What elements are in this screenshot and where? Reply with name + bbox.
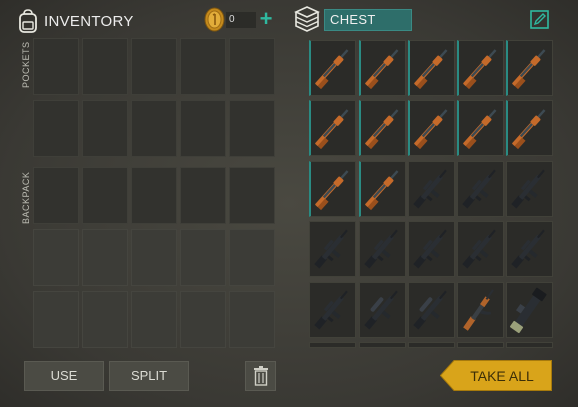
backpack-icon bbox=[19, 9, 37, 33]
chest-slot[interactable] bbox=[359, 282, 406, 338]
shotgun-icon bbox=[315, 170, 349, 211]
coin-icon bbox=[204, 7, 225, 32]
assault-rifle-icon bbox=[511, 169, 545, 209]
add-currency-button[interactable]: + bbox=[256, 8, 276, 30]
split-button[interactable]: SPLIT bbox=[109, 361, 189, 391]
backpack-slot[interactable] bbox=[131, 229, 177, 286]
backpack-slot[interactable] bbox=[131, 167, 177, 224]
shotgun-icon bbox=[365, 49, 399, 90]
chest-slot[interactable] bbox=[309, 100, 356, 156]
chest-slot[interactable] bbox=[408, 342, 455, 348]
assault-rifle-icon bbox=[511, 229, 545, 269]
take-all-label: TAKE ALL bbox=[470, 368, 534, 384]
shotgun-icon bbox=[365, 170, 399, 211]
assault-rifle-icon bbox=[314, 290, 348, 330]
assault-rifle-icon bbox=[364, 229, 398, 269]
backpack-slot[interactable] bbox=[180, 167, 226, 224]
pockets-label: POCKETS bbox=[21, 41, 31, 88]
assault-rifle-icon bbox=[462, 229, 496, 269]
scoped-rifle-icon bbox=[364, 290, 398, 330]
chest-slot[interactable] bbox=[506, 100, 553, 156]
shotgun-icon bbox=[315, 109, 349, 150]
pocket-slot[interactable] bbox=[229, 100, 275, 157]
shotgun-icon bbox=[414, 49, 448, 90]
chest-slot[interactable] bbox=[506, 342, 553, 348]
pocket-slot[interactable] bbox=[131, 100, 177, 157]
chest-slot[interactable] bbox=[457, 282, 504, 338]
chest-slot[interactable] bbox=[309, 221, 356, 277]
chest-slot[interactable] bbox=[359, 221, 406, 277]
scoped-rifle-icon bbox=[413, 290, 447, 330]
pocket-slot[interactable] bbox=[82, 38, 128, 95]
backpack-slot[interactable] bbox=[82, 167, 128, 224]
assault-rifle-icon bbox=[462, 169, 496, 209]
backpack-slot[interactable] bbox=[33, 291, 79, 348]
pocket-slot[interactable] bbox=[180, 38, 226, 95]
pocket-slot[interactable] bbox=[33, 100, 79, 157]
chest-slot[interactable] bbox=[359, 342, 406, 348]
take-all-button[interactable]: TAKE ALL bbox=[440, 360, 552, 391]
assault-rifle-icon bbox=[413, 169, 447, 209]
backpack-slot[interactable] bbox=[82, 229, 128, 286]
backpack-label: BACKPACK bbox=[21, 171, 31, 224]
chest-slot[interactable] bbox=[359, 40, 406, 96]
chest-slot[interactable] bbox=[457, 161, 504, 217]
shotgun-icon bbox=[315, 49, 349, 90]
trash-icon bbox=[253, 366, 268, 386]
edit-icon[interactable] bbox=[530, 10, 549, 29]
chest-slot[interactable] bbox=[457, 221, 504, 277]
inventory-title: INVENTORY bbox=[44, 12, 134, 30]
backpack-slot[interactable] bbox=[33, 229, 79, 286]
pocket-slot[interactable] bbox=[33, 38, 79, 95]
chest-slot[interactable] bbox=[408, 40, 455, 96]
chest-slot[interactable] bbox=[309, 282, 356, 338]
shotgun-icon bbox=[512, 49, 546, 90]
backpack-slot[interactable] bbox=[229, 229, 275, 286]
chest-slot[interactable] bbox=[506, 40, 553, 96]
chest-slot[interactable] bbox=[309, 161, 356, 217]
shotgun-icon bbox=[414, 109, 448, 150]
chest-slot[interactable] bbox=[506, 282, 553, 338]
backpack-slot[interactable] bbox=[33, 167, 79, 224]
backpack-slot[interactable] bbox=[229, 291, 275, 348]
chest-slot[interactable] bbox=[457, 40, 504, 96]
inventory-header: INVENTORY bbox=[18, 8, 134, 34]
trash-button[interactable] bbox=[245, 361, 276, 391]
chest-slot[interactable] bbox=[408, 221, 455, 277]
pocket-slot[interactable] bbox=[229, 38, 275, 95]
chest-slot[interactable] bbox=[309, 342, 356, 348]
chest-slot[interactable] bbox=[457, 100, 504, 156]
pocket-slot[interactable] bbox=[180, 100, 226, 157]
chest-slot[interactable] bbox=[408, 161, 455, 217]
chest-slot[interactable] bbox=[309, 40, 356, 96]
chest-slot[interactable] bbox=[408, 100, 455, 156]
chest-slot[interactable] bbox=[506, 221, 553, 277]
currency-count: 0 bbox=[226, 12, 256, 28]
pocket-slot[interactable] bbox=[82, 100, 128, 157]
assault-rifle-icon bbox=[413, 229, 447, 269]
pocket-slot[interactable] bbox=[131, 38, 177, 95]
backpack-slot[interactable] bbox=[229, 167, 275, 224]
backpack-slot[interactable] bbox=[180, 291, 226, 348]
backpack-slot[interactable] bbox=[131, 291, 177, 348]
chest-slot[interactable] bbox=[506, 161, 553, 217]
chest-slot[interactable] bbox=[359, 100, 406, 156]
chest-slot[interactable] bbox=[457, 342, 504, 348]
chest-slot[interactable] bbox=[359, 161, 406, 217]
chest-icon bbox=[294, 6, 320, 32]
ak-rifle-icon bbox=[463, 289, 494, 331]
chest-slot[interactable] bbox=[408, 282, 455, 338]
shotgun-icon bbox=[365, 109, 399, 150]
shotgun-icon bbox=[463, 49, 497, 90]
backpack-slot[interactable] bbox=[82, 291, 128, 348]
assault-rifle-icon bbox=[314, 229, 348, 269]
rocket-launcher-icon bbox=[510, 287, 547, 334]
chest-name-field[interactable]: CHEST bbox=[324, 9, 412, 31]
shotgun-icon bbox=[512, 109, 546, 150]
use-button[interactable]: USE bbox=[24, 361, 104, 391]
backpack-slot[interactable] bbox=[180, 229, 226, 286]
shotgun-icon bbox=[463, 109, 497, 150]
